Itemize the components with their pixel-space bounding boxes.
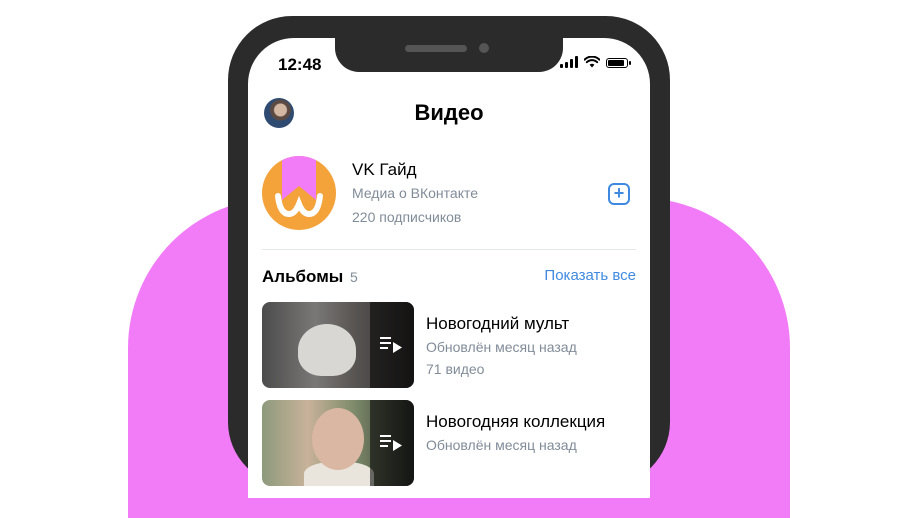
status-time: 12:48 xyxy=(278,55,322,74)
albums-count: 5 xyxy=(350,269,358,285)
wifi-icon xyxy=(584,56,600,68)
album-video-count: 71 видео xyxy=(426,361,485,377)
phone-notch xyxy=(335,38,563,72)
album-name[interactable]: Новогодний мульт xyxy=(426,314,569,334)
show-all-link[interactable]: Показать все xyxy=(544,267,636,284)
phone-frame: 12:48 Видео VK Гайд Медиа о ВКонтакте 22… xyxy=(228,16,670,498)
album-updated: Обновлён месяц назад xyxy=(426,437,577,453)
vk-guide-logo-mark xyxy=(275,156,323,218)
front-camera xyxy=(479,43,489,53)
group-description: Медиа о ВКонтакте xyxy=(352,185,479,201)
group-logo[interactable] xyxy=(262,156,336,230)
divider xyxy=(262,249,636,250)
thumbnail-image xyxy=(298,324,356,376)
album-thumbnail[interactable] xyxy=(262,302,414,388)
cellular-signal-icon xyxy=(560,56,578,68)
add-button[interactable]: + xyxy=(608,183,630,205)
battery-icon xyxy=(606,58,631,68)
thumbnail-image xyxy=(312,408,364,470)
status-icons xyxy=(560,56,631,68)
album-name[interactable]: Новогодняя коллекция xyxy=(426,412,605,432)
speaker-grille xyxy=(405,45,467,52)
playlist-icon xyxy=(380,435,402,451)
group-subscribers: 220 подписчиков xyxy=(352,209,462,225)
albums-section-title: Альбомы xyxy=(262,267,344,286)
album-updated: Обновлён месяц назад xyxy=(426,339,577,355)
page-title: Видео xyxy=(414,100,484,125)
phone-screen: 12:48 Видео VK Гайд Медиа о ВКонтакте 22… xyxy=(248,38,650,498)
group-name[interactable]: VK Гайд xyxy=(352,160,417,180)
playlist-icon xyxy=(380,337,402,353)
album-thumbnail[interactable] xyxy=(262,400,414,486)
